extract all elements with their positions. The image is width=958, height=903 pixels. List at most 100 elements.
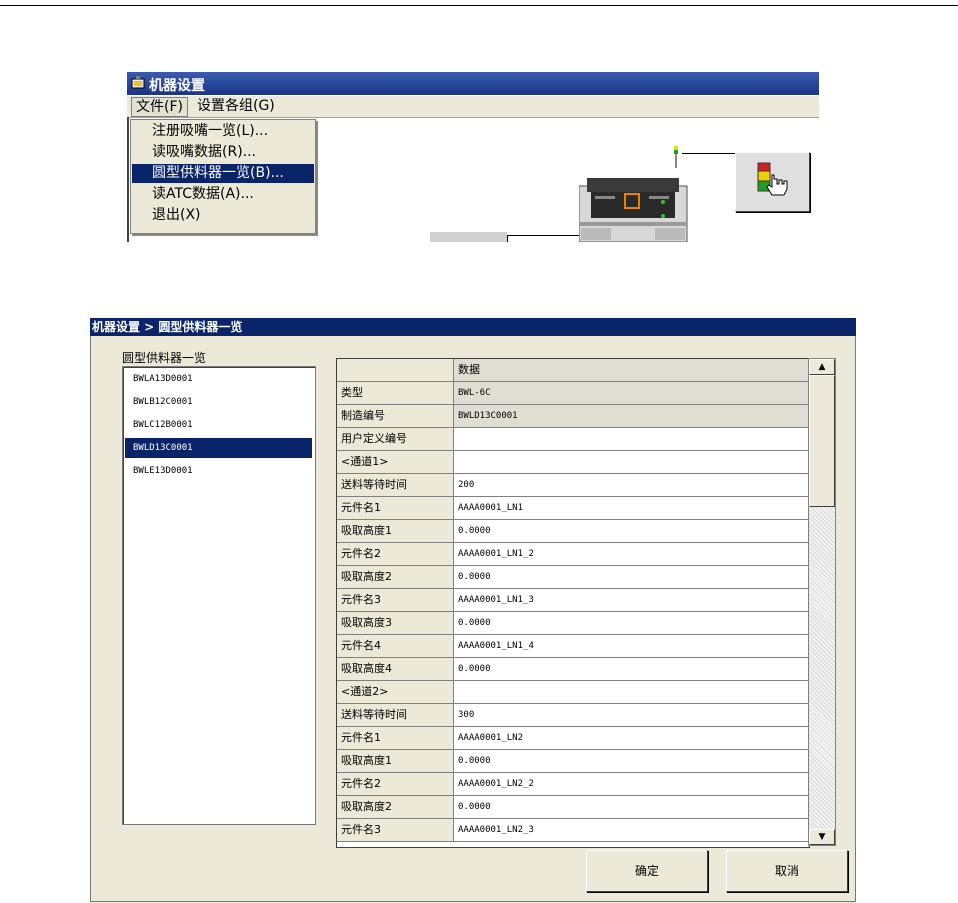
cancel-button[interactable]: 取消 <box>726 850 848 892</box>
grid-row: 用户定义编号 <box>337 428 809 451</box>
grid-row: 元件名3 AAAA0001_LN2_3 <box>337 819 809 842</box>
grid-header-data: 数据 <box>454 359 809 381</box>
grid-row-label: 元件名1 <box>337 727 454 749</box>
grid-row-label: 吸取高度1 <box>337 520 454 542</box>
menu-item-read-nozzle-data[interactable]: 读吸嘴数据(R)... <box>132 143 314 162</box>
feeder-list-item[interactable]: BWLC12B0001 <box>125 415 312 435</box>
page-rule <box>0 5 958 6</box>
scroll-thumb[interactable] <box>809 375 835 507</box>
window-title: 机器设置 <box>149 78 205 94</box>
grid-row-value: BWLD13C0001 <box>454 405 809 427</box>
grid-row: 吸取高度4 0.0000 <box>337 658 809 681</box>
grid-row-value[interactable]: 0.0000 <box>454 520 809 542</box>
signal-tower-icon <box>674 146 678 168</box>
grid-row-value[interactable]: AAAA0001_LN2_3 <box>454 819 809 841</box>
grid-row-value[interactable] <box>454 428 809 450</box>
grid-row-label: 吸取高度1 <box>337 750 454 772</box>
grid-row-value[interactable]: 0.0000 <box>454 612 809 634</box>
grid-vertical-scrollbar[interactable]: ▲ ▼ <box>808 358 836 846</box>
menu-item-nozzle-list[interactable]: 注册吸嘴一览(L)... <box>132 122 314 141</box>
grid-row-label: <通道2> <box>337 681 454 703</box>
grid-row: 吸取高度1 0.0000 <box>337 520 809 543</box>
menu-item-read-atc-data[interactable]: 读ATC数据(A)... <box>132 185 314 204</box>
grid-row-value[interactable]: 0.0000 <box>454 658 809 680</box>
connector-line <box>507 235 508 242</box>
grid-row-label: 送料等待时间 <box>337 704 454 726</box>
grid-row-value[interactable]: 0.0000 <box>454 750 809 772</box>
grid-row: 元件名1 AAAA0001_LN1 <box>337 497 809 520</box>
file-menu-dropdown: 注册吸嘴一览(L)... 读吸嘴数据(R)... 圆型供料器一览(B)... 读… <box>130 119 316 234</box>
grid-row-label: 送料等待时间 <box>337 474 454 496</box>
grid-row: 吸取高度3 0.0000 <box>337 612 809 635</box>
grid-row-label: 元件名2 <box>337 773 454 795</box>
grid-row-value[interactable]: AAAA0001_LN1 <box>454 497 809 519</box>
signal-tower-hand-icon <box>757 162 788 196</box>
grid-row-value[interactable]: AAAA0001_LN2 <box>454 727 809 749</box>
connector-line <box>682 153 739 154</box>
menu-file[interactable]: 文件(F) <box>131 97 188 117</box>
grid-row: <通道2> <box>337 681 809 704</box>
feeder-list-item[interactable]: BWLE13D0001 <box>125 461 312 481</box>
grid-row: 送料等待时间 300 <box>337 704 809 727</box>
feeder-list-item[interactable]: BWLB12C0001 <box>125 392 312 412</box>
ok-button[interactable]: 确定 <box>586 850 708 892</box>
menu-item-round-feeder-list[interactable]: 圆型供料器一览(B)... <box>132 164 314 183</box>
grid-row: 送料等待时间 200 <box>337 474 809 497</box>
feeder-list-item-selected[interactable]: BWLD13C0001 <box>125 438 312 458</box>
grid-row-label: 元件名3 <box>337 589 454 611</box>
grid-row-label: 吸取高度3 <box>337 612 454 634</box>
grid-row-label: 类型 <box>337 382 454 404</box>
conveyor-bar <box>430 232 507 242</box>
grid-row-label: 吸取高度2 <box>337 796 454 818</box>
scroll-up-button[interactable]: ▲ <box>809 359 835 375</box>
menu-screenshot: 机器设置 文件(F) 设置各组(G) 注册吸嘴一览(L)... 读吸嘴数据(R)… <box>127 72 819 242</box>
grid-row-value[interactable]: 0.0000 <box>454 796 809 818</box>
mounter-machine-image[interactable] <box>579 174 689 242</box>
grid-row: 元件名2 AAAA0001_LN1_2 <box>337 543 809 566</box>
grid-row-value[interactable] <box>454 681 809 703</box>
grid-row-label: 用户定义编号 <box>337 428 454 450</box>
menu-item-exit[interactable]: 退出(X) <box>132 206 314 225</box>
grid-row-label: 制造编号 <box>337 405 454 427</box>
grid-row-value[interactable]: AAAA0001_LN1_2 <box>454 543 809 565</box>
feeder-list-label: 圆型供料器一览 <box>122 351 207 365</box>
grid-row-value[interactable]: AAAA0001_LN1_3 <box>454 589 809 611</box>
dialog-title-bar: 机器设置 > 圆型供料器一览 <box>90 318 856 336</box>
grid-row: 吸取高度2 0.0000 <box>337 566 809 589</box>
app-icon <box>131 76 145 89</box>
grid-row-value[interactable]: 0.0000 <box>454 566 809 588</box>
grid-row-label: 吸取高度4 <box>337 658 454 680</box>
grid-header-row: 数据 <box>337 359 809 382</box>
grid-row-label: 元件名2 <box>337 543 454 565</box>
grid-row: 类型 BWL-6C <box>337 382 809 405</box>
grid-row: 元件名2 AAAA0001_LN2_2 <box>337 773 809 796</box>
scroll-down-button[interactable]: ▼ <box>809 829 835 845</box>
grid-row: 元件名1 AAAA0001_LN2 <box>337 727 809 750</box>
grid-row: 元件名4 AAAA0001_LN1_4 <box>337 635 809 658</box>
grid-row-value[interactable]: 300 <box>454 704 809 726</box>
grid-row: 制造编号 BWLD13C0001 <box>337 405 809 428</box>
grid-row-value: BWL-6C <box>454 382 809 404</box>
grid-header-label <box>337 359 454 381</box>
grid-row-label: 元件名1 <box>337 497 454 519</box>
feeder-listbox[interactable]: BWLA13D0001 BWLB12C0001 BWLC12B0001 BWLD… <box>122 366 316 825</box>
grid-row-value[interactable]: 200 <box>454 474 809 496</box>
round-feeder-dialog: 机器设置 > 圆型供料器一览 圆型供料器一览 BWLA13D0001 BWLB1… <box>90 318 856 903</box>
grid-row-value[interactable] <box>454 451 809 473</box>
grid-row: <通道1> <box>337 451 809 474</box>
grid-row-value[interactable]: AAAA0001_LN2_2 <box>454 773 809 795</box>
grid-row: 元件名3 AAAA0001_LN1_3 <box>337 589 809 612</box>
grid-row: 吸取高度1 0.0000 <box>337 750 809 773</box>
menubar: 文件(F) 设置各组(G) <box>127 96 819 118</box>
window-title-bar: 机器设置 <box>127 72 819 95</box>
grid-row-value[interactable]: AAAA0001_LN1_4 <box>454 635 809 657</box>
feeder-list-item[interactable]: BWLA13D0001 <box>125 369 312 389</box>
menu-settings-groups[interactable]: 设置各组(G) <box>193 97 279 115</box>
grid-row-label: 元件名3 <box>337 819 454 841</box>
feeder-data-grid: 数据 类型 BWL-6C 制造编号 BWLD13C0001 用户定义编号 <通道1> 送料等… <box>336 358 810 848</box>
window-edge <box>127 117 129 242</box>
signal-tower-button[interactable] <box>735 152 810 212</box>
grid-row-label: 元件名4 <box>337 635 454 657</box>
grid-row: 吸取高度2 0.0000 <box>337 796 809 819</box>
grid-row-label: <通道1> <box>337 451 454 473</box>
